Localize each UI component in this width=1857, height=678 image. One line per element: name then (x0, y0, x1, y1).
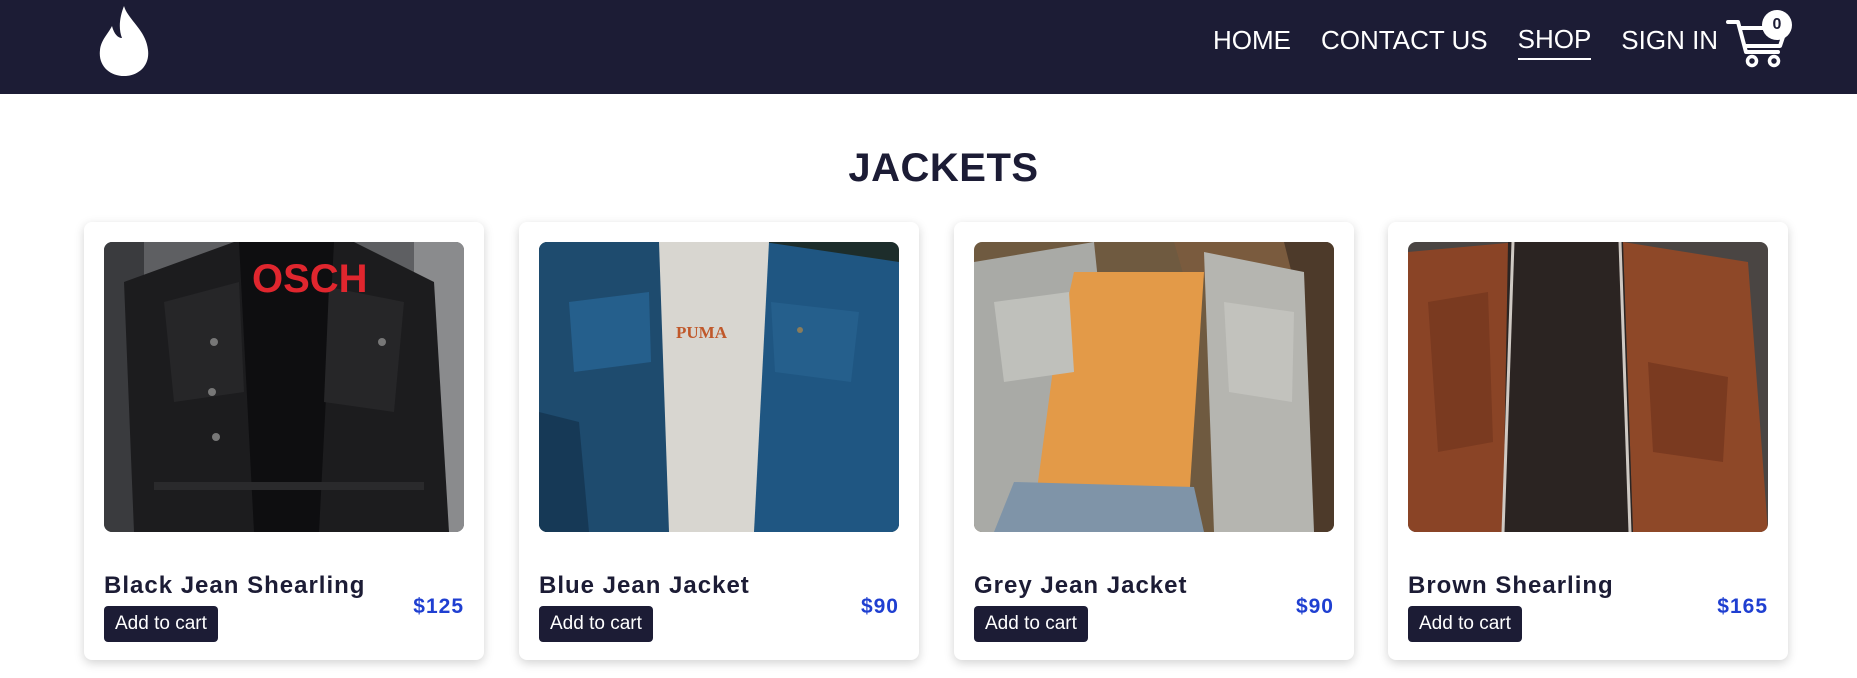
nav-links: HOME CONTACT US SHOP SIGN IN (1213, 24, 1748, 60)
product-image[interactable] (1408, 242, 1768, 532)
product-name: Brown Shearling (1408, 572, 1614, 599)
product-name: Blue Jean Jacket (539, 572, 750, 599)
product-price: $90 (860, 595, 899, 618)
cart-button[interactable]: 0 (1724, 10, 1794, 70)
product-image[interactable]: PUMA (539, 242, 899, 532)
product-card: Grey Jean Jacket $90 Add to cart (954, 222, 1354, 660)
navbar: HOME CONTACT US SHOP SIGN IN 0 (0, 0, 1857, 94)
cart-count-badge: 0 (1762, 10, 1792, 40)
nav-link-contact[interactable]: CONTACT US (1321, 25, 1488, 59)
nav-link-sign-in[interactable]: SIGN IN (1621, 25, 1718, 59)
add-to-cart-button[interactable]: Add to cart (539, 606, 653, 642)
add-to-cart-button[interactable]: Add to cart (104, 606, 218, 642)
shirt-print-label: OSCH (252, 257, 368, 301)
page-title: JACKETS (848, 146, 1039, 190)
shirt-print-label: PUMA (676, 323, 728, 342)
product-price: $90 (1295, 595, 1334, 618)
product-card: OSCH Black Jean Shearling $125 Add to ca… (84, 222, 484, 660)
product-name: Grey Jean Jacket (974, 572, 1188, 599)
flame-logo-icon[interactable] (94, 4, 154, 76)
product-card: PUMA Blue Jean Jacket $90 Add to cart (519, 222, 919, 660)
add-to-cart-button[interactable]: Add to cart (1408, 606, 1522, 642)
product-price: $125 (413, 595, 464, 618)
product-image[interactable]: OSCH (104, 242, 464, 532)
nav-link-shop[interactable]: SHOP (1517, 24, 1592, 60)
product-card: Brown Shearling $165 Add to cart (1388, 222, 1788, 660)
product-name: Black Jean Shearling (104, 572, 366, 599)
product-image[interactable] (974, 242, 1334, 532)
add-to-cart-button[interactable]: Add to cart (974, 606, 1088, 642)
nav-link-home[interactable]: HOME (1213, 25, 1291, 59)
product-price: $165 (1717, 595, 1768, 618)
